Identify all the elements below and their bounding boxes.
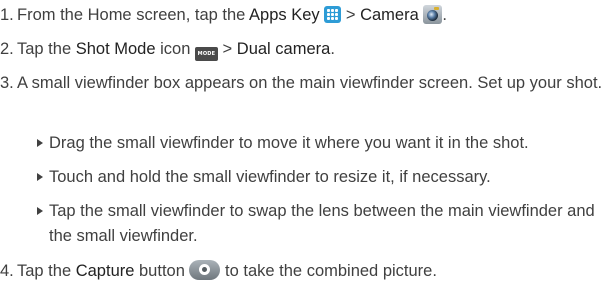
step-number: 4.	[0, 262, 14, 280]
separator-text: >	[217, 40, 237, 58]
period-text: .	[330, 40, 335, 58]
step-1: 1. From the Home screen, tap the Apps Key…	[0, 3, 612, 28]
apps-grid-icon	[324, 6, 342, 23]
step-3: 3. A small viewfinder box appears on the…	[0, 71, 612, 121]
bullet-text: Touch and hold the small viewfinder to r…	[49, 168, 491, 186]
step-text: icon	[155, 40, 195, 58]
step-2: 2. Tap the Shot Mode icon MODE > Dual cam…	[0, 37, 612, 62]
bullet-text: Drag the small viewfinder to move it whe…	[49, 134, 529, 152]
bullet-text: Tap the small viewfinder to swap the len…	[49, 202, 595, 245]
step-text: to take the combined picture.	[220, 262, 437, 280]
capture-button-icon	[189, 260, 221, 280]
step-text: Tap the	[17, 40, 76, 58]
step-text: Tap the	[17, 262, 76, 280]
instructions-page: 1. From the Home screen, tap the Apps Key…	[0, 0, 615, 287]
step-4: 4. Tap the Capture button to take the com…	[0, 259, 612, 284]
apps-key-label: Apps Key	[249, 6, 320, 24]
list-item: Tap the small viewfinder to swap the len…	[0, 199, 612, 249]
camera-app-icon	[423, 5, 443, 24]
step-text: From the Home screen, tap the	[17, 6, 250, 24]
step-text: button	[134, 262, 190, 280]
bullet-arrow-icon	[37, 139, 43, 147]
step-number: 3.	[0, 74, 14, 92]
dual-camera-label: Dual camera	[236, 40, 331, 58]
bullet-arrow-icon	[37, 207, 43, 215]
separator-text: >	[341, 6, 361, 24]
shot-mode-label: Shot Mode	[75, 40, 156, 58]
bullet-arrow-icon	[37, 173, 43, 181]
capture-label: Capture	[75, 262, 135, 280]
step-number: 2.	[0, 40, 14, 58]
step-text: A small viewfinder box appears on the ma…	[17, 74, 603, 92]
camera-label: Camera	[360, 6, 419, 24]
step-number: 1.	[0, 6, 14, 24]
shot-mode-icon: MODE	[194, 47, 218, 61]
